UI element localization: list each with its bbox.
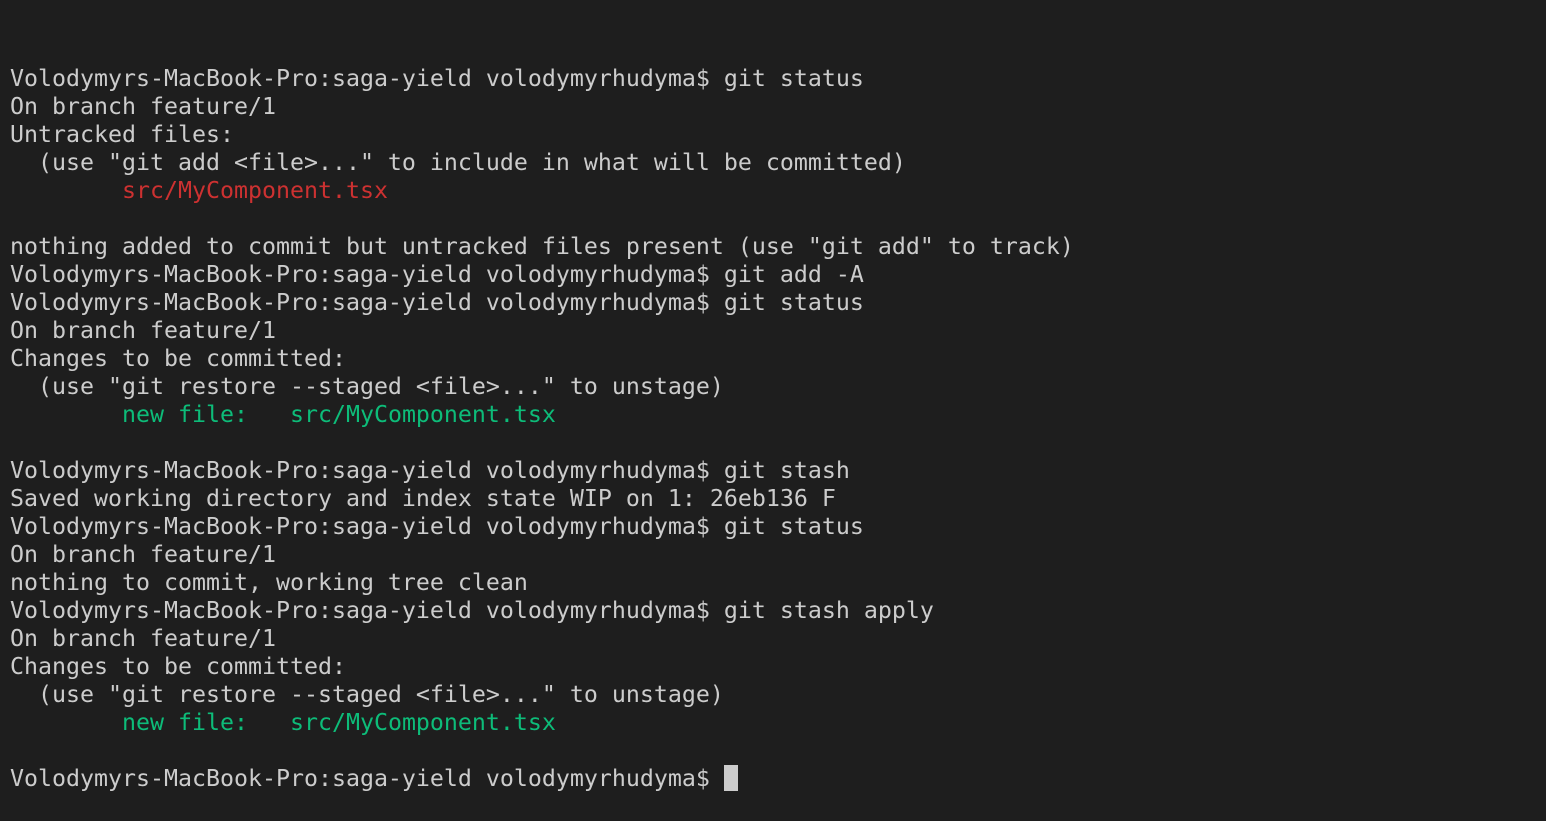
output-text: (use "git restore --staged <file>..." to…: [10, 373, 724, 400]
prompt-line[interactable]: Volodymyrs-MacBook-Pro:saga-yield volody…: [10, 765, 1074, 793]
terminal-line: new file: src/MyComponent.tsx: [10, 709, 1074, 737]
terminal-line: Saved working directory and index state …: [10, 485, 1074, 513]
output-text: On branch feature/1: [10, 625, 276, 652]
terminal-line: Untracked files:: [10, 121, 1074, 149]
output-text: Changes to be committed:: [10, 653, 346, 680]
output-text: Volodymyrs-MacBook-Pro:saga-yield volody…: [10, 513, 864, 540]
output-text: Volodymyrs-MacBook-Pro:saga-yield volody…: [10, 597, 934, 624]
terminal-line: Volodymyrs-MacBook-Pro:saga-yield volody…: [10, 261, 1074, 289]
terminal-line: On branch feature/1: [10, 541, 1074, 569]
terminal-line: On branch feature/1: [10, 93, 1074, 121]
terminal-line: Volodymyrs-MacBook-Pro:saga-yield volody…: [10, 289, 1074, 317]
terminal-line: Volodymyrs-MacBook-Pro:saga-yield volody…: [10, 65, 1074, 93]
output-text: Volodymyrs-MacBook-Pro:saga-yield volody…: [10, 289, 864, 316]
terminal-line: On branch feature/1: [10, 317, 1074, 345]
terminal-line: Changes to be committed:: [10, 345, 1074, 373]
output-text: Volodymyrs-MacBook-Pro:saga-yield volody…: [10, 261, 864, 288]
output-text: (use "git restore --staged <file>..." to…: [10, 681, 724, 708]
terminal-line: nothing added to commit but untracked fi…: [10, 233, 1074, 261]
output-text: nothing to commit, working tree clean: [10, 569, 528, 596]
terminal-line: Changes to be committed:: [10, 653, 1074, 681]
output-text: On branch feature/1: [10, 541, 276, 568]
terminal-line: On branch feature/1: [10, 625, 1074, 653]
terminal-output[interactable]: Volodymyrs-MacBook-Pro:saga-yield volody…: [10, 9, 1074, 821]
terminal-line: src/MyComponent.tsx: [10, 177, 1074, 205]
terminal-line: nothing to commit, working tree clean: [10, 569, 1074, 597]
output-text: (use "git add <file>..." to include in w…: [10, 149, 906, 176]
terminal-line: Volodymyrs-MacBook-Pro:saga-yield volody…: [10, 513, 1074, 541]
terminal-line: (use "git add <file>..." to include in w…: [10, 149, 1074, 177]
terminal-line: (use "git restore --staged <file>..." to…: [10, 681, 1074, 709]
terminal-line: new file: src/MyComponent.tsx: [10, 401, 1074, 429]
staged-file: new file: src/MyComponent.tsx: [121, 709, 556, 736]
output-text: On branch feature/1: [10, 317, 276, 344]
terminal-line: Volodymyrs-MacBook-Pro:saga-yield volody…: [10, 457, 1074, 485]
untracked-file: src/MyComponent.tsx: [121, 177, 388, 204]
output-text: Volodymyrs-MacBook-Pro:saga-yield volody…: [10, 457, 850, 484]
terminal-line: (use "git restore --staged <file>..." to…: [10, 373, 1074, 401]
output-text: On branch feature/1: [10, 93, 276, 120]
output-text: Changes to be committed:: [10, 345, 346, 372]
terminal-line: Volodymyrs-MacBook-Pro:saga-yield volody…: [10, 597, 1074, 625]
output-text: nothing added to commit but untracked fi…: [10, 233, 1074, 260]
staged-file: new file: src/MyComponent.tsx: [121, 401, 556, 428]
output-text: Volodymyrs-MacBook-Pro:saga-yield volody…: [10, 65, 864, 92]
prompt: Volodymyrs-MacBook-Pro:saga-yield volody…: [10, 765, 724, 792]
output-text: Saved working directory and index state …: [10, 485, 836, 512]
output-text: Untracked files:: [10, 121, 234, 148]
cursor: [723, 765, 738, 791]
